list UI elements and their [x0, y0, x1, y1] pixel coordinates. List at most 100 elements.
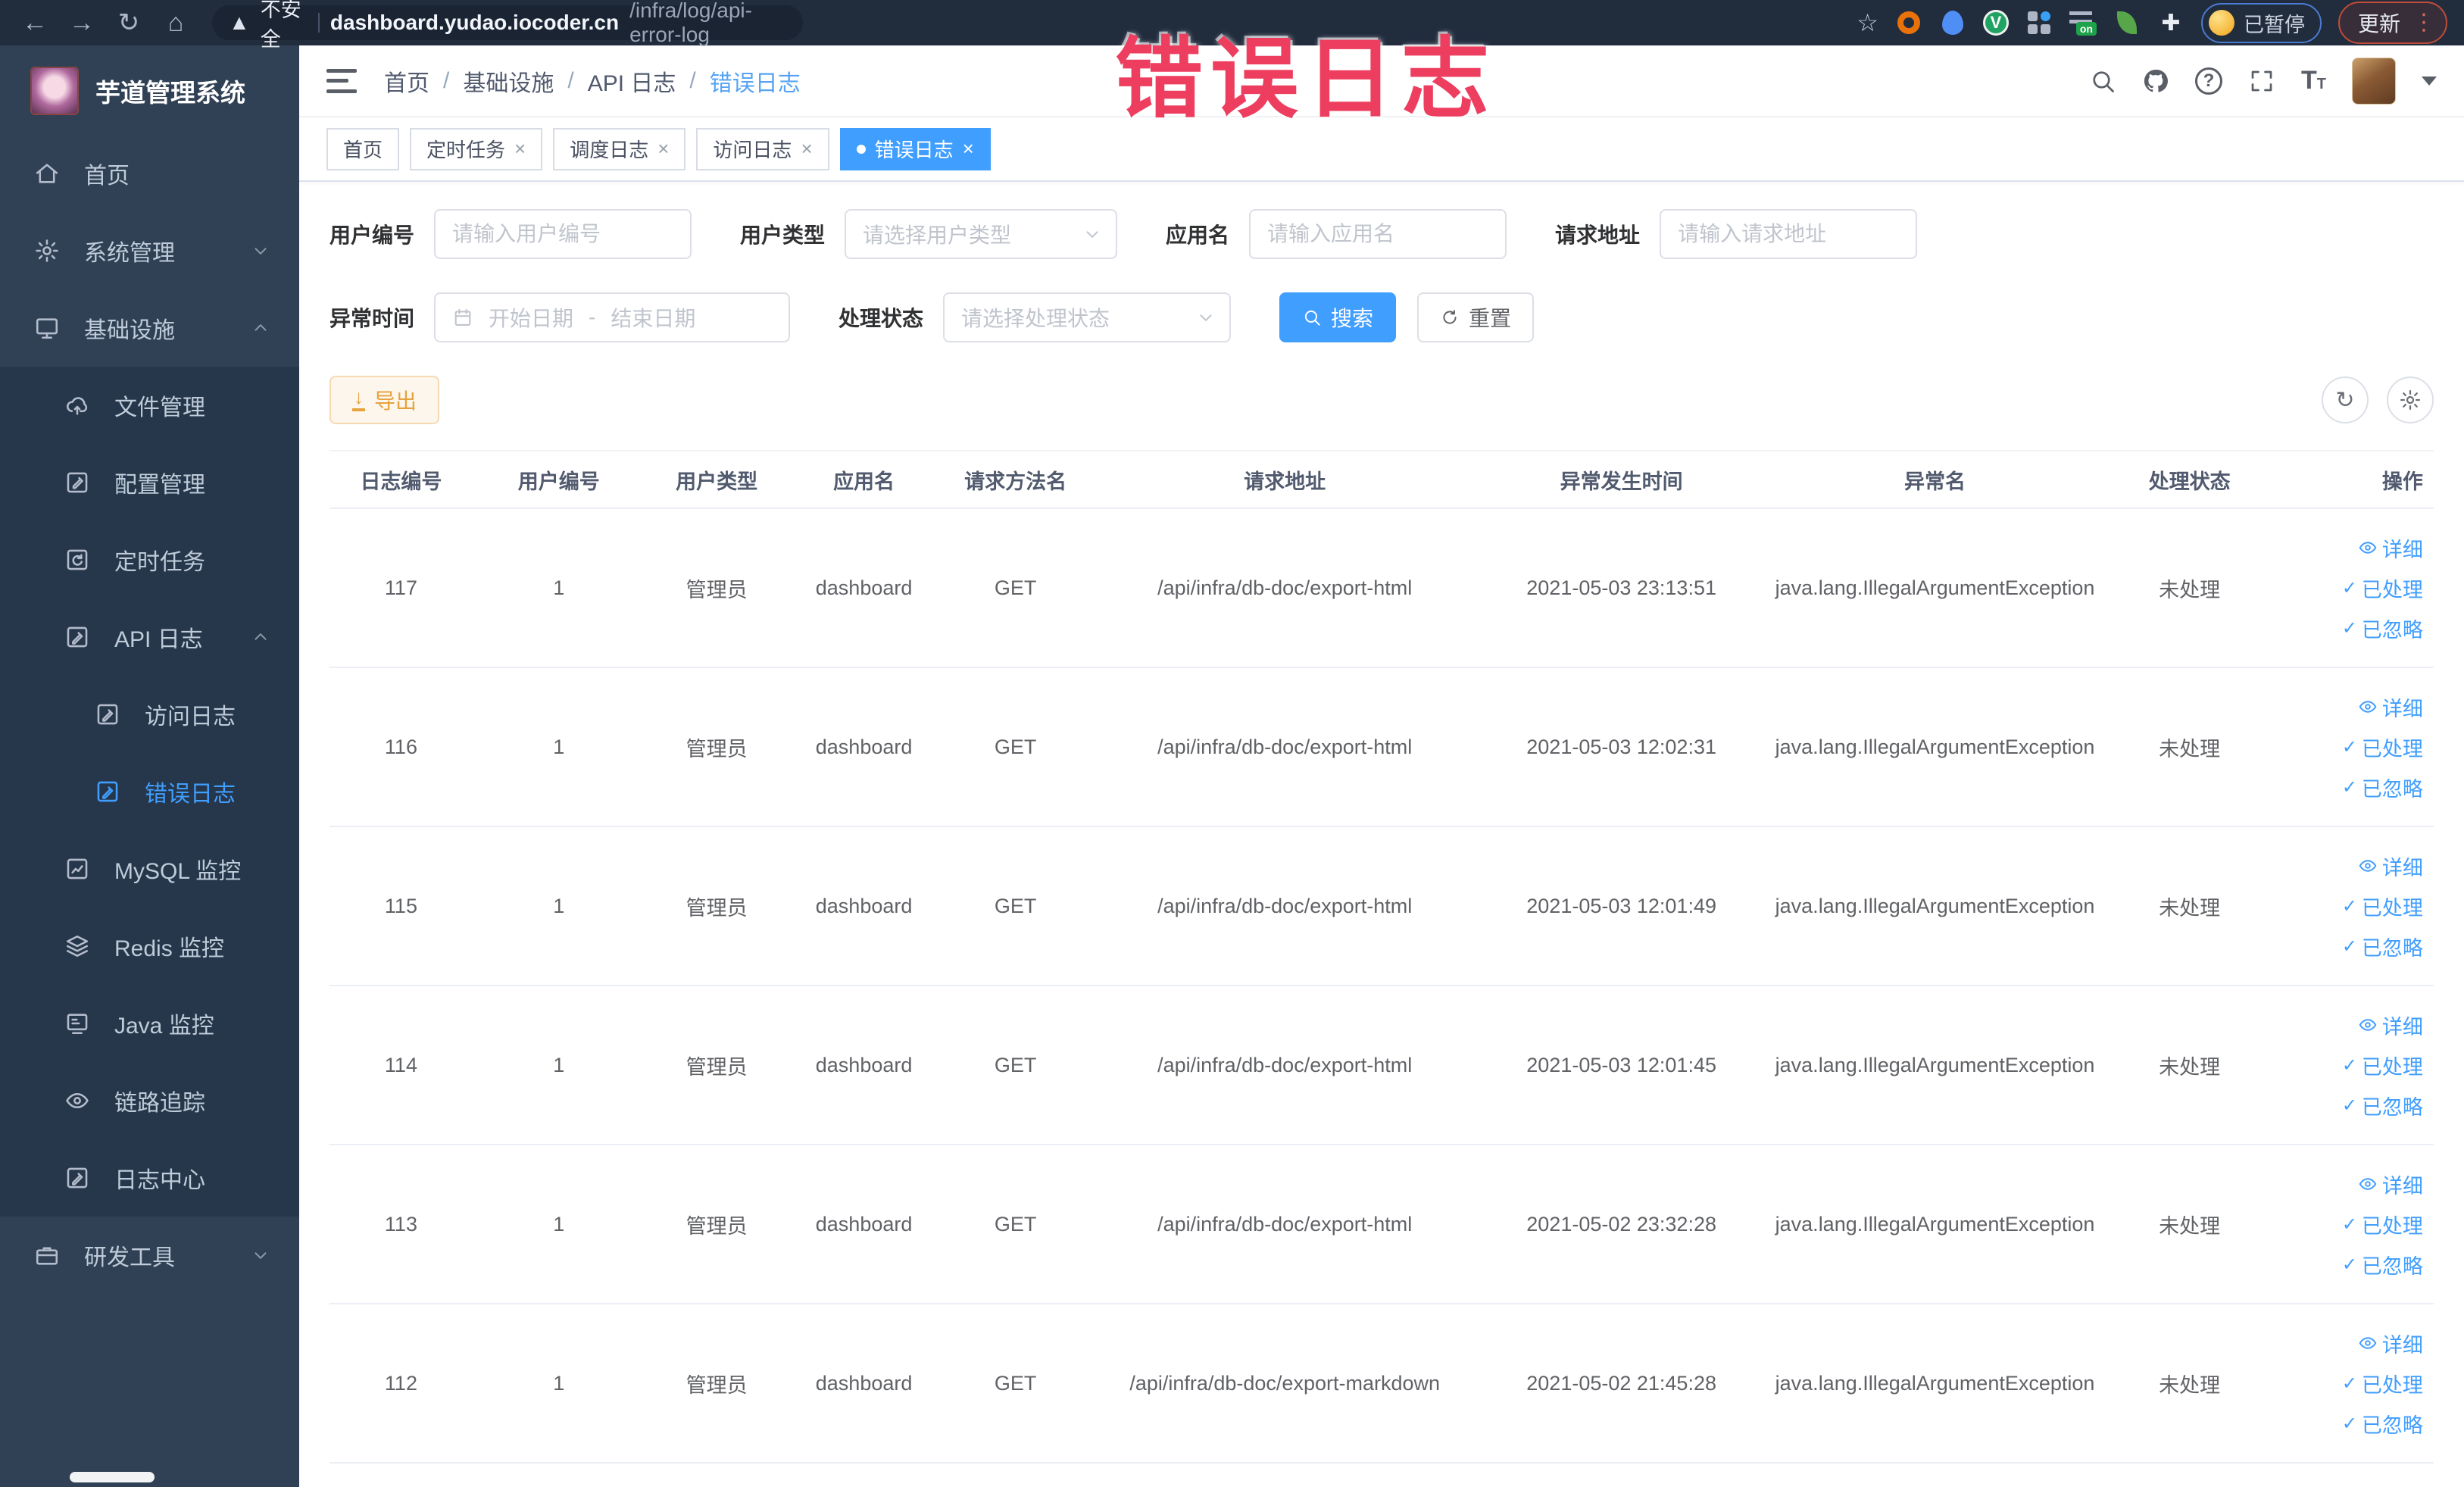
hamburger-icon[interactable] [326, 68, 357, 93]
detail-link[interactable]: 详细 [2358, 533, 2423, 563]
detail-link[interactable]: 详细 [2358, 1011, 2423, 1040]
app-name-input[interactable] [1249, 209, 1507, 259]
sidebar-item-mysql-monitor[interactable]: MySQL 监控 [0, 830, 299, 908]
mark-processed-link[interactable]: ✓ 已处理 [2342, 892, 2423, 921]
back-button[interactable]: ← [17, 5, 53, 41]
table-row: 115 1 管理员 dashboard GET /api/infra/db-do… [329, 827, 2434, 986]
sidebar-scrollbar[interactable] [70, 1472, 155, 1482]
mark-processed-link[interactable]: ✓ 已处理 [2342, 1051, 2423, 1080]
extension-donut-icon[interactable] [1895, 9, 1922, 36]
extension-shield-icon[interactable] [1939, 9, 1966, 36]
mark-processed-link[interactable]: ✓ 已处理 [2342, 1210, 2423, 1239]
breadcrumb-item[interactable]: API 日志 [588, 64, 676, 98]
detail-link[interactable]: 详细 [2358, 851, 2423, 881]
avatar[interactable] [2352, 57, 2396, 105]
sidebar-item-redis-monitor[interactable]: Redis 监控 [0, 908, 299, 985]
cell-log-id: 117 [384, 576, 417, 599]
tab-schedule-log[interactable]: 调度日志 × [553, 127, 686, 170]
breadcrumb-item[interactable]: 首页 [384, 64, 429, 98]
cell-request-method: GET [994, 894, 1037, 917]
gear-icon [36, 239, 58, 262]
sidebar-item-java-monitor[interactable]: Java 监控 [0, 985, 299, 1062]
close-icon[interactable]: × [514, 137, 526, 161]
sidebar-item-config-management[interactable]: 配置管理 [0, 444, 299, 521]
help-icon[interactable]: ? [2195, 67, 2222, 95]
end-date-placeholder: 结束日期 [611, 307, 696, 330]
action-label: 已忽略 [2361, 1095, 2423, 1119]
detail-link[interactable]: 详细 [2358, 1329, 2423, 1358]
mark-ignored-link[interactable]: ✓ 已忽略 [2342, 1250, 2423, 1279]
mark-processed-link[interactable]: ✓ 已处理 [2342, 733, 2423, 762]
user-id-input[interactable] [434, 209, 692, 259]
column-header: 请求地址 [1244, 470, 1326, 493]
address-bar[interactable]: ▲ 不安全 dashboard.yudao.iocoder.cn/infra/l… [212, 0, 803, 51]
mark-ignored-link[interactable]: ✓ 已忽略 [2342, 1091, 2423, 1120]
github-icon[interactable] [2142, 67, 2169, 95]
sidebar-item-log-center[interactable]: 日志中心 [0, 1139, 299, 1217]
detail-link[interactable]: 详细 [2358, 692, 2423, 722]
export-button[interactable]: ↓ 导出 [329, 376, 440, 424]
tab-error-log[interactable]: 错误日志 × [839, 127, 991, 170]
cell-process-status: 未处理 [2159, 1373, 2221, 1397]
sidebar-item-api-log[interactable]: API 日志 [0, 598, 299, 676]
cell-user-type: 管理员 [685, 896, 748, 920]
tab-access-log[interactable]: 访问日志 × [696, 127, 829, 170]
user-type-select[interactable]: 请选择用户类型 [845, 209, 1118, 259]
breadcrumb-item[interactable]: 基础设施 [463, 64, 554, 98]
cell-app-name: dashboard [815, 1212, 913, 1236]
extension-grid-icon[interactable] [2025, 9, 2053, 36]
close-icon[interactable]: × [963, 137, 974, 161]
sidebar-item-scheduled-tasks[interactable]: 定时任务 [0, 521, 299, 598]
mark-ignored-link[interactable]: ✓ 已忽略 [2342, 932, 2423, 961]
bookmark-star-icon[interactable]: ☆ [1857, 8, 1878, 37]
close-icon[interactable]: × [657, 137, 669, 161]
doc-edit-icon [67, 626, 88, 648]
request-url-input[interactable] [1660, 209, 1918, 259]
process-status-select[interactable]: 请选择处理状态 [943, 292, 1232, 342]
action-label: 已处理 [2361, 1214, 2423, 1238]
date-range-picker[interactable]: 开始日期 - 结束日期 [434, 292, 791, 342]
tab-home[interactable]: 首页 [326, 127, 400, 170]
extension-vpn-icon[interactable]: V [1982, 10, 2009, 36]
browser-menu-icon[interactable]: ⋮ [2412, 11, 2435, 34]
column-settings-button[interactable] [2387, 376, 2434, 423]
cell-actions: 详细 ✓ 已处理 ✓ 已忽略 [2274, 1170, 2434, 1279]
search-button-label: 搜索 [1331, 307, 1374, 330]
extension-leaf-icon[interactable] [2113, 9, 2141, 36]
update-button[interactable]: 更新 ⋮ [2338, 2, 2447, 44]
reset-button[interactable]: 重置 [1417, 292, 1535, 342]
sidebar-item-home[interactable]: 首页 [0, 135, 299, 212]
table-row: 117 1 管理员 dashboard GET /api/infra/db-do… [329, 509, 2434, 668]
cell-log-id: 115 [384, 894, 417, 917]
sidebar-item-dev-tools[interactable]: 研发工具 [0, 1217, 299, 1294]
mark-ignored-link[interactable]: ✓ 已忽略 [2342, 1409, 2423, 1439]
sidebar-item-access-log[interactable]: 访问日志 [0, 676, 299, 753]
sidebar-item-system[interactable]: 系统管理 [0, 212, 299, 289]
app-logo[interactable]: 芋道管理系统 [0, 45, 299, 135]
tab-scheduled-tasks[interactable]: 定时任务 × [410, 127, 543, 170]
mark-processed-link[interactable]: ✓ 已处理 [2342, 573, 2423, 603]
extensions-puzzle-icon[interactable]: ✚ [2157, 9, 2184, 36]
sidebar-item-file-management[interactable]: 文件管理 [0, 367, 299, 444]
caret-down-icon[interactable] [2422, 76, 2437, 86]
extension-onoff-icon[interactable]: on [2069, 10, 2097, 36]
sidebar-item-error-log[interactable]: 错误日志 [0, 753, 299, 830]
search-button[interactable]: 搜索 [1279, 292, 1397, 342]
eye-icon [2359, 542, 2377, 554]
search-icon[interactable] [2089, 67, 2116, 95]
mark-ignored-link[interactable]: ✓ 已忽略 [2342, 773, 2423, 802]
sidebar-item-infra[interactable]: 基础设施 [0, 289, 299, 367]
refresh-button[interactable]: ↻ [2322, 376, 2369, 423]
home-button[interactable]: ⌂ [158, 5, 194, 41]
mark-ignored-link[interactable]: ✓ 已忽略 [2342, 614, 2423, 643]
mark-processed-link[interactable]: ✓ 已处理 [2342, 1369, 2423, 1398]
reload-button[interactable]: ↻ [111, 5, 147, 41]
detail-link[interactable]: 详细 [2358, 1170, 2423, 1199]
sidebar-item-trace[interactable]: 链路追踪 [0, 1062, 299, 1139]
forward-button[interactable]: → [64, 5, 100, 41]
update-label: 更新 [2357, 12, 2400, 36]
paused-badge[interactable]: 已暂停 [2200, 2, 2322, 43]
close-icon[interactable]: × [801, 137, 812, 161]
font-size-icon[interactable]: TT [2301, 66, 2326, 95]
fullscreen-icon[interactable] [2248, 67, 2275, 95]
